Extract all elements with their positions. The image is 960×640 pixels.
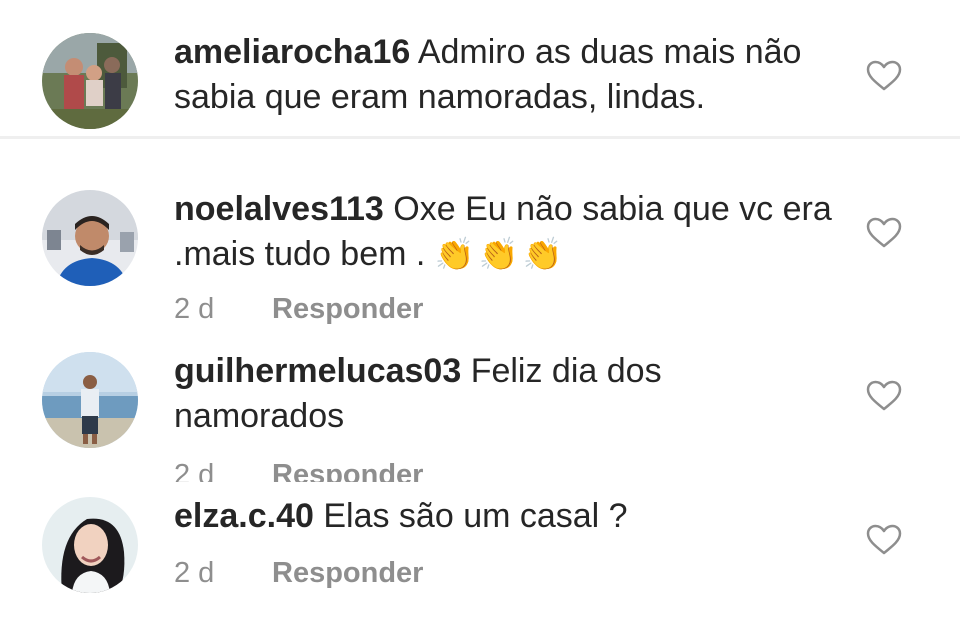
- divider: [0, 136, 960, 139]
- comment-time: 2 d: [174, 293, 215, 325]
- heart-outline-icon: [866, 217, 902, 248]
- avatar[interactable]: [42, 497, 138, 593]
- avatar[interactable]: [42, 352, 138, 448]
- heart-outline-icon: [866, 60, 902, 91]
- avatar-photo-icon: [42, 33, 138, 129]
- comment-meta-clip: 2 d Responder: [0, 456, 960, 482]
- comment-time: 2 d: [174, 459, 215, 482]
- heart-outline-icon: [866, 380, 902, 411]
- like-button[interactable]: [866, 217, 902, 249]
- avatar-photo-icon: [42, 352, 138, 448]
- clapping-emoji: 👏👏👏: [434, 236, 567, 272]
- avatar[interactable]: [42, 190, 138, 286]
- like-button[interactable]: [866, 60, 902, 92]
- comment-time: 2 d: [174, 557, 215, 589]
- comment-body: Elas são um casal ?: [313, 497, 628, 535]
- reply-button[interactable]: Responder: [272, 459, 423, 482]
- comment-username[interactable]: noelalves113: [174, 190, 384, 228]
- avatar-photo-icon: [42, 190, 138, 286]
- comments-screen: ameliarocha16 Admiro as duas mais não sa…: [0, 0, 960, 640]
- comment-username[interactable]: elza.c.40: [174, 497, 314, 535]
- comment-meta: 2 d Responder: [174, 292, 423, 326]
- comment-text: noelalves113 Oxe Eu não sabia que vc era…: [174, 187, 834, 277]
- like-button[interactable]: [866, 524, 902, 556]
- comment-text: elza.c.40 Elas são um casal ?: [174, 494, 834, 539]
- heart-outline-icon: [866, 524, 902, 555]
- comment-text: guilhermelucas03 Feliz dia dos namorados: [174, 349, 834, 439]
- like-button[interactable]: [866, 380, 902, 412]
- comment-username[interactable]: guilhermelucas03: [174, 352, 461, 390]
- comment-meta: 2 d Responder: [174, 458, 423, 482]
- comment-username[interactable]: ameliarocha16: [174, 33, 410, 71]
- comment-meta: 2 d Responder: [174, 556, 423, 590]
- reply-button[interactable]: Responder: [272, 293, 423, 325]
- reply-button[interactable]: Responder: [272, 557, 423, 589]
- avatar-photo-icon: [42, 497, 138, 593]
- avatar[interactable]: [42, 33, 138, 129]
- comment-text: ameliarocha16 Admiro as duas mais não sa…: [174, 30, 834, 120]
